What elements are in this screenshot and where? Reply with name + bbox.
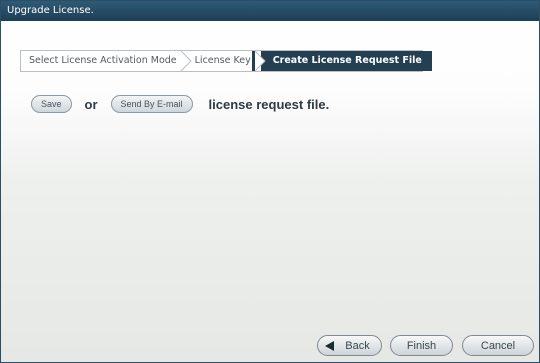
back-arrow-icon <box>325 341 334 351</box>
wizard-step-create-request-file: Create License Request File <box>260 51 432 71</box>
cancel-button[interactable]: Cancel <box>462 335 534 356</box>
chevron-right-icon <box>251 51 266 71</box>
back-button[interactable]: Back <box>317 335 382 356</box>
save-button[interactable]: Save <box>31 95 72 113</box>
or-text: or <box>84 96 98 112</box>
back-button-label: Back <box>345 340 370 352</box>
send-by-email-button[interactable]: Send By E-mail <box>110 95 193 113</box>
action-line: Save or Send By E-mail license request f… <box>31 94 329 114</box>
upgrade-license-window: Upgrade License. Select License Activati… <box>0 0 540 363</box>
wizard-step-license-key: License Key <box>187 51 266 71</box>
wizard-breadcrumb: Select License Activation Mode License K… <box>20 50 432 72</box>
finish-button[interactable]: Finish <box>390 335 453 356</box>
wizard-step-label: License Key <box>194 55 251 66</box>
window-title: Upgrade License. <box>1 1 539 21</box>
wizard-step-activation-mode: Select License Activation Mode <box>21 51 192 71</box>
wizard-step-label: Create License Request File <box>272 55 422 66</box>
license-request-file-text: license request file. <box>208 96 330 112</box>
wizard-step-label: Select License Activation Mode <box>29 55 177 66</box>
